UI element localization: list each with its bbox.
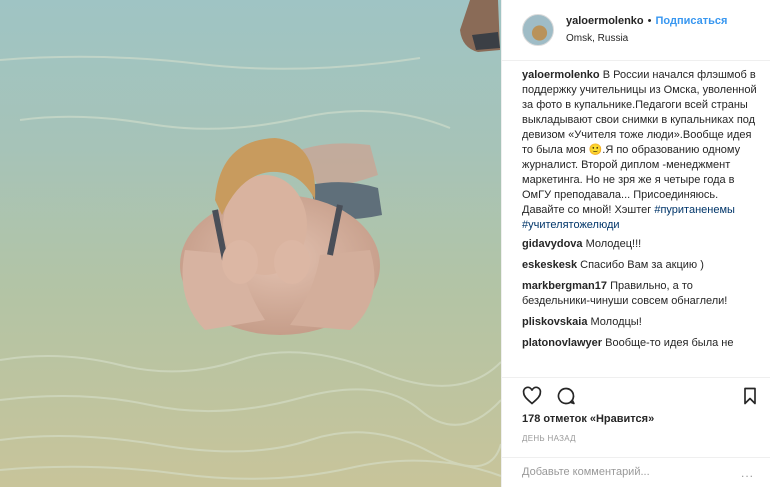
comment-item: markbergman17 Правильно, а то бездельник…	[522, 279, 762, 309]
add-comment-section: ...	[502, 457, 770, 488]
post-date[interactable]: ДЕНЬ НАЗАД	[522, 434, 576, 443]
comment-username[interactable]: eskeskesk	[522, 259, 577, 271]
comment-icon[interactable]	[556, 386, 576, 406]
post-photo[interactable]	[0, 0, 501, 487]
comment-username[interactable]: gidavydova	[522, 238, 583, 250]
header-separator: •	[647, 15, 652, 27]
comments-list[interactable]: yaloermolenko В России начался флэшмоб в…	[522, 68, 762, 376]
comment-item: gidavydova Молодец!!!	[522, 237, 762, 252]
post-location[interactable]: Omsk, Russia	[566, 32, 727, 46]
caption-text: В России начался флэшмоб в поддержку учи…	[522, 69, 757, 216]
comment-item: pliskovskaia Молодцы!	[522, 315, 762, 330]
post-side-panel: yaloermolenko • Подписаться Omsk, Russia…	[501, 0, 770, 487]
add-comment-input[interactable]	[522, 466, 722, 478]
bookmark-icon[interactable]	[740, 386, 760, 406]
post-caption: yaloermolenko В России начался флэшмоб в…	[522, 68, 762, 233]
caption-username[interactable]: yaloermolenko	[522, 69, 600, 81]
follow-button[interactable]: Подписаться	[656, 14, 728, 28]
comment-username[interactable]: pliskovskaia	[522, 316, 587, 328]
heart-icon[interactable]	[522, 386, 542, 406]
likes-count[interactable]: 178 отметок «Нравится»	[522, 413, 654, 425]
beach-photo-image	[0, 0, 501, 487]
avatar[interactable]	[522, 14, 554, 46]
hashtag-link[interactable]: #пуританенемы	[654, 204, 735, 216]
comment-text: Спасибо Вам за акцию )	[580, 259, 704, 271]
comment-text: Молодец!!!	[585, 238, 642, 250]
comment-text: Молодцы!	[590, 316, 642, 328]
comment-username[interactable]: markbergman17	[522, 280, 607, 292]
author-username[interactable]: yaloermolenko	[566, 14, 644, 28]
comment-text: Вообще-то идея была не	[605, 337, 734, 349]
action-bar	[502, 377, 770, 412]
hashtag-link[interactable]: #учителятожелюди	[522, 219, 620, 231]
comment-item: platonovlawyer Вообще-то идея была не	[522, 336, 762, 351]
post-header: yaloermolenko • Подписаться Omsk, Russia	[502, 0, 770, 61]
comment-item: eskeskesk Спасибо Вам за акцию )	[522, 258, 762, 273]
more-options-icon[interactable]: ...	[741, 466, 754, 480]
comment-username[interactable]: platonovlawyer	[522, 337, 602, 349]
